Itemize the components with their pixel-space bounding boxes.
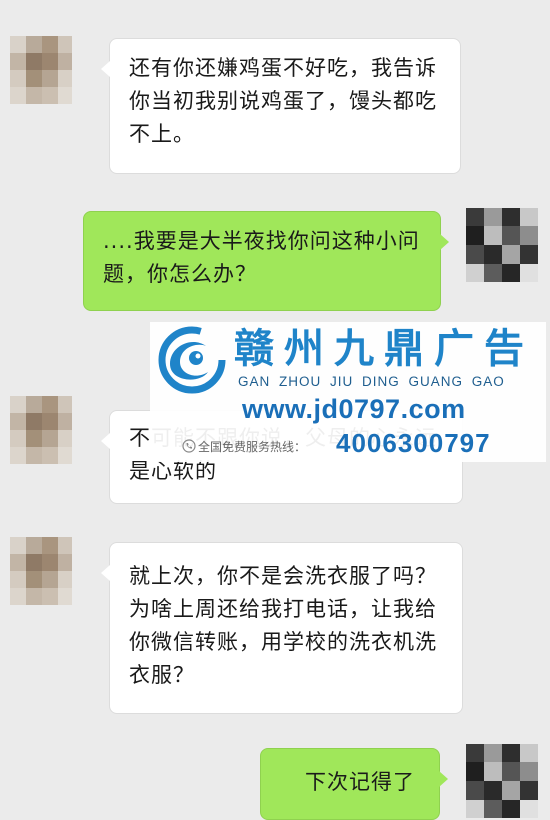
message-bubble-incoming[interactable]: 还有你还嫌鸡蛋不好吃，我告诉你当初我别说鸡蛋了，馒头都吃不上。	[101, 38, 461, 174]
avatar-self[interactable]	[466, 744, 538, 818]
pixelated-avatar	[466, 744, 538, 818]
ad-pinyin: GAN ZHOU JIU DING GUANG GAO	[238, 374, 505, 389]
swirl-logo-icon	[156, 324, 228, 400]
ad-company-name: 赣州九鼎广告	[234, 326, 534, 372]
pixelated-avatar	[466, 208, 538, 282]
message-bubble-outgoing[interactable]: 下次记得了	[260, 748, 448, 820]
ad-phone-number: 4006300797	[336, 428, 491, 458]
message-bubble-outgoing[interactable]: ....我要是大半夜找你问这种小问题，你怎么办？	[83, 211, 449, 311]
watermark-ad-banner: 赣州九鼎广告 GAN ZHOU JIU DING GUANG GAO www.j…	[150, 322, 546, 462]
message-bubble-incoming[interactable]: 就上次，你不是会洗衣服了吗？为啥上周还给我打电话，让我给你微信转账，用学校的洗衣…	[101, 542, 463, 714]
message-text: 下次记得了	[305, 770, 415, 794]
message-text: 还有你还嫌鸡蛋不好吃，我告诉你当初我别说鸡蛋了，馒头都吃不上。	[129, 56, 437, 146]
avatar-contact[interactable]	[10, 396, 72, 464]
message-text: ....我要是大半夜找你问这种小问题，你怎么办？	[103, 229, 420, 286]
message-text: 就上次，你不是会洗衣服了吗？为啥上周还给我打电话，让我给你微信转账，用学校的洗衣…	[129, 564, 437, 687]
avatar-contact[interactable]	[10, 36, 72, 104]
avatar-contact[interactable]	[10, 537, 72, 605]
phone-icon	[182, 438, 196, 457]
pixelated-avatar	[10, 396, 72, 464]
pixelated-avatar	[10, 36, 72, 104]
pixelated-avatar	[10, 537, 72, 605]
avatar-self[interactable]	[466, 208, 538, 282]
ad-url: www.jd0797.com	[242, 394, 466, 424]
ad-hotline-label: 全国免费服务热线：	[198, 440, 307, 454]
